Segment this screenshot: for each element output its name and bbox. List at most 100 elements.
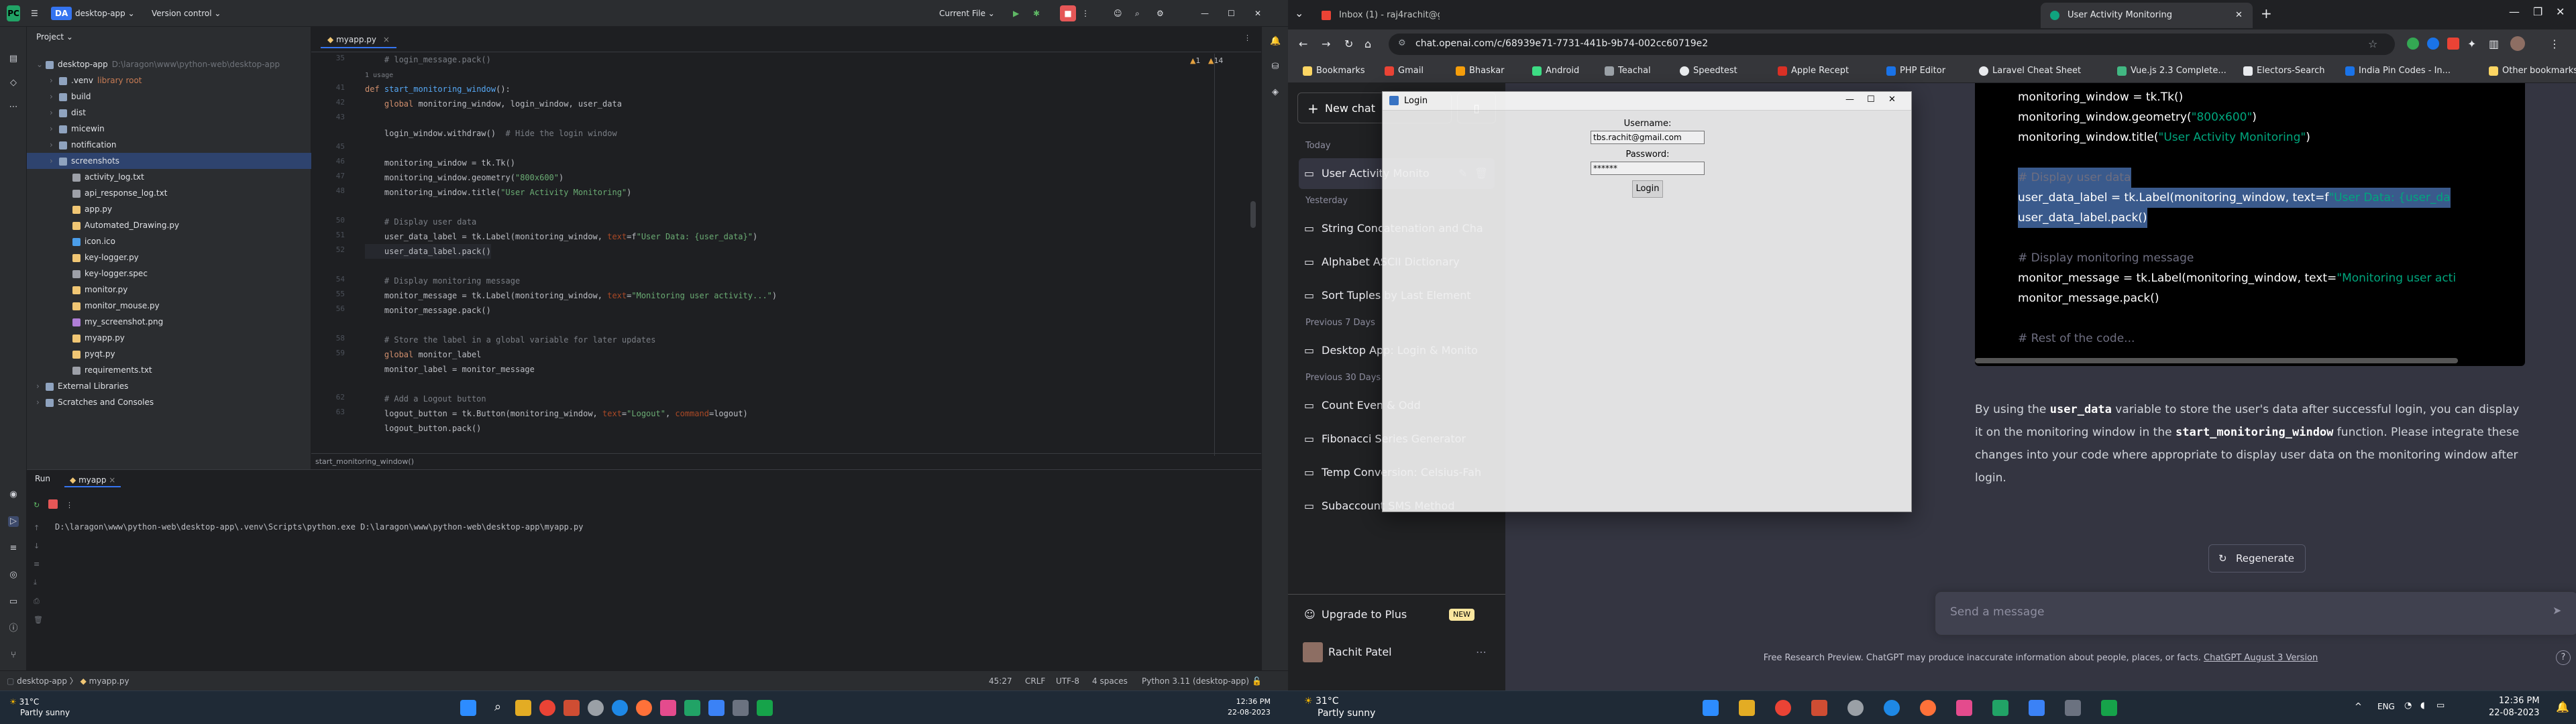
bookmark-item[interactable]: Speedtest [1680,59,1737,83]
project-tree-item[interactable]: › screenshots [27,153,311,169]
weather-widget-left[interactable]: ☀ 31°C Partly sunny [9,697,70,718]
bookmark-item[interactable]: Vue.js 2.3 Complete... [2117,59,2226,83]
app-icon-3[interactable] [660,700,676,716]
file-explorer-icon[interactable] [1739,700,1755,716]
run-config-select[interactable]: Current File ⌄ [939,5,995,21]
bookmark-item[interactable]: Bhaskar [1456,59,1505,83]
tray-chevron-icon[interactable]: ^ [2355,702,2362,712]
tab-close-icon[interactable]: ✕ [2235,3,2243,28]
tab-overflow-icon[interactable]: ⋮ [1244,34,1251,42]
language-indicator[interactable]: ENG [2377,702,2395,711]
expand-chevron-icon[interactable]: › [50,88,59,105]
edge-icon[interactable] [1884,700,1900,716]
status-indent[interactable]: 4 spaces [1092,671,1128,691]
commit-tool-icon[interactable]: ◇ [8,78,19,88]
clock-right[interactable]: 12:36 PM 22-08-2023 [2489,695,2540,719]
print-icon[interactable]: ⎙ [34,597,43,606]
bookmark-item[interactable]: Apple Recept [1778,59,1849,83]
scroll-end-icon[interactable]: ⤓ [34,578,43,587]
address-bar[interactable]: ⚙ chat.openai.com/c/68939e71-7731-441b-9… [1389,34,2395,55]
home-icon[interactable]: ⌂ [1364,38,1371,50]
project-tree-item[interactable]: › Scratches and Consoles [27,394,311,410]
other-bookmarks[interactable]: Other bookmarks [2489,59,2576,83]
app-icon-5[interactable] [2029,700,2045,716]
clock-left[interactable]: 12:36 PM 22-08-2023 [1228,697,1271,718]
search-icon[interactable]: ⌕ [1135,5,1140,21]
project-tree-item[interactable]: › micewin [27,121,311,137]
status-path[interactable]: ▢ desktop-app 〉 ◆ myapp.py [7,671,129,691]
more-actions-icon[interactable]: ⋮ [1081,5,1089,21]
python-packages-icon[interactable]: ◉ [8,489,19,500]
more-tools-icon[interactable]: ⋯ [8,102,19,113]
app-icon-6[interactable] [733,700,749,716]
rerun-icon[interactable]: ↻ [34,501,40,509]
project-tree-item[interactable]: monitor.py [27,282,311,298]
editor-scrollbar[interactable] [1250,201,1256,228]
project-tree-item[interactable]: › notification [27,137,311,153]
run-stop-icon[interactable] [48,499,58,509]
tab-search-icon[interactable]: ⌄ [1295,7,1303,19]
debug-icon[interactable]: ✱ [1033,5,1040,21]
app-icon-6[interactable] [2065,700,2081,716]
project-tree-item[interactable]: api_response_log.txt [27,185,311,201]
login-button[interactable]: Login [1632,180,1663,198]
pycharm-taskbar-icon[interactable] [757,700,773,716]
project-tree-item[interactable]: Automated_Drawing.py [27,217,311,233]
volume-icon[interactable]: ◖ [2420,701,2425,711]
login-close-icon[interactable]: ✕ [1888,95,1896,105]
tab-inbox[interactable]: Inbox (1) - raj4rachit@gmail.com [1312,3,1440,28]
reload-icon[interactable]: ↻ [1344,38,1353,50]
app-icon-2[interactable] [1847,700,1864,716]
project-tool-icon[interactable]: ▤ [8,54,19,64]
sciview-icon[interactable]: ◈ [1270,87,1281,98]
bookmark-item[interactable]: PHP Editor [1886,59,1945,83]
chrome-icon[interactable] [1775,700,1791,716]
chrome-icon[interactable] [539,700,555,716]
status-position[interactable]: 45:27 [989,671,1012,691]
bookmark-item[interactable]: India Pin Codes - In... [2345,59,2451,83]
project-tree-item[interactable]: my_screenshot.png [27,314,311,330]
expand-chevron-icon[interactable]: › [50,72,59,88]
minimize-icon[interactable]: — [1201,5,1209,21]
wifi-icon[interactable]: ◔ [2404,701,2412,711]
app-icon-4[interactable] [684,700,700,716]
expand-chevron-icon[interactable]: › [36,378,46,394]
app-icon-1[interactable] [1811,700,1827,716]
help-button[interactable]: ? [2556,650,2571,665]
extension-icon-1[interactable] [2407,38,2419,50]
regenerate-button[interactable]: ↻ Regenerate [2208,544,2306,572]
taskbar-search-icon[interactable]: ⌕ [490,700,506,716]
status-lock-icon[interactable]: 🔓 [1252,671,1262,691]
window-close-icon[interactable]: ✕ [2556,5,2565,18]
editor-breadcrumb[interactable]: start_monitoring_window() [311,453,1261,469]
app-icon-3[interactable] [1956,700,1972,716]
bookmark-item[interactable]: Laravel Cheat Sheet [1979,59,2081,83]
profile-avatar[interactable] [2510,36,2525,51]
pycharm-taskbar-icon[interactable] [2101,700,2117,716]
status-interpreter[interactable]: Python 3.11 (desktop-app) [1142,671,1249,691]
project-tree-item[interactable]: › build [27,88,311,105]
expand-chevron-icon[interactable]: ⌄ [36,56,46,72]
send-icon[interactable]: ➤ [2553,604,2561,617]
project-tree-item[interactable]: › External Libraries [27,378,311,394]
up-arrow-icon[interactable]: ↑ [34,524,43,532]
extension-icon-3[interactable] [2447,38,2459,50]
git-icon[interactable]: ⑂ [8,650,19,661]
bookmark-star-icon[interactable]: ☆ [2368,38,2377,50]
forward-icon[interactable]: → [1322,38,1330,50]
bookmark-item[interactable]: Bookmarks [1303,59,1365,83]
windows-start-icon[interactable] [460,700,476,716]
database-icon[interactable]: ⛁ [1270,62,1281,72]
run-tool-icon[interactable]: ▷ [8,516,19,527]
bookmark-item[interactable]: Teachal [1605,59,1651,83]
tab-user-activity[interactable]: User Activity Monitoring ✕ [2041,3,2253,28]
expand-chevron-icon[interactable]: › [50,153,59,169]
soft-wrap-icon[interactable]: ≡ [34,560,43,568]
vcs-menu[interactable]: Version control ⌄ [152,5,221,21]
status-line-sep[interactable]: CRLF [1025,671,1045,691]
login-maximize-icon[interactable]: ☐ [1867,95,1875,105]
file-explorer-icon[interactable] [515,700,531,716]
down-arrow-icon[interactable]: ↓ [34,542,43,550]
notifications-icon[interactable]: 🔔 [1270,36,1281,47]
window-restore-icon[interactable]: ❐ [2533,5,2542,18]
